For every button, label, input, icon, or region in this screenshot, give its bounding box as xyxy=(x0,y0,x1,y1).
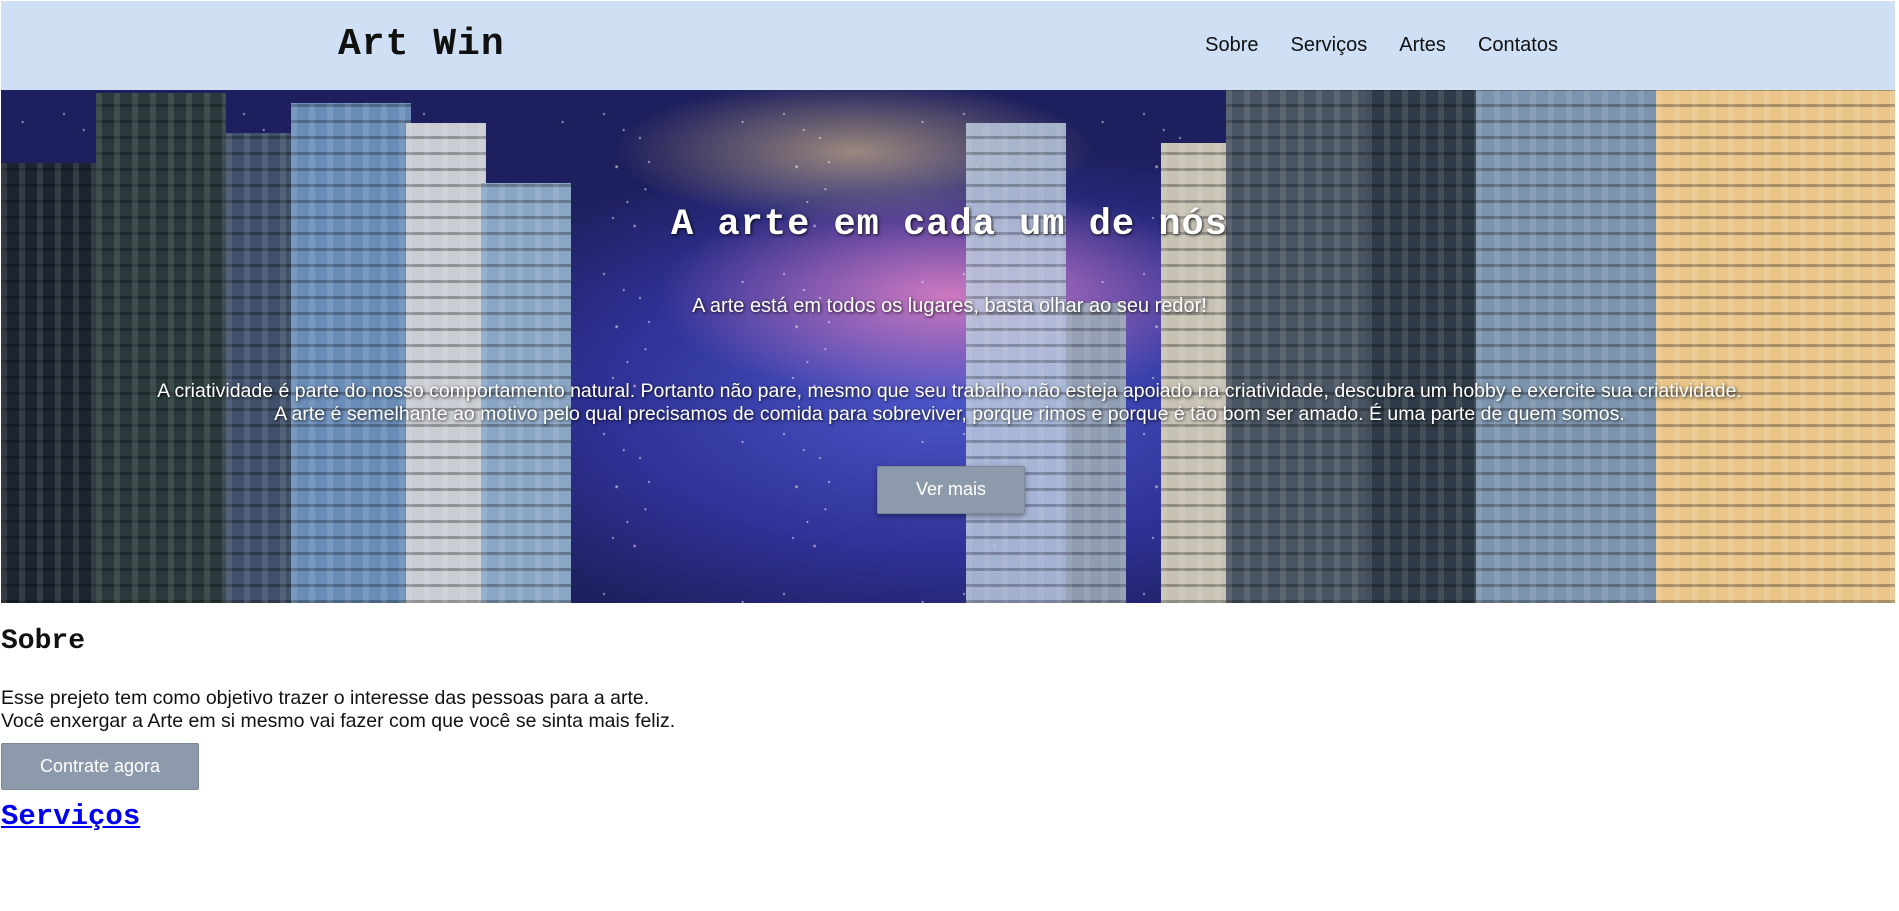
ver-mais-button[interactable]: Ver mais xyxy=(877,466,1025,514)
hero-content: A arte em cada um de nós A arte está em … xyxy=(1,90,1898,603)
page: Art Win Sobre Serviços Artes Contatos A … xyxy=(0,0,1899,911)
page-edge xyxy=(1895,0,1899,911)
hero-body-line: A criatividade é parte do nosso comporta… xyxy=(157,380,1742,402)
hero-title: A arte em cada um de nós xyxy=(671,204,1228,246)
hero-body: A criatividade é parte do nosso comporta… xyxy=(1,380,1898,426)
nav-link-artes[interactable]: Artes xyxy=(1399,34,1446,57)
services-link[interactable]: Serviços xyxy=(1,800,140,833)
about-title: Sobre xyxy=(1,626,86,657)
main-nav: Sobre Serviços Artes Contatos xyxy=(1205,34,1558,57)
hero-banner: A arte em cada um de nós A arte está em … xyxy=(1,90,1898,603)
nav-link-servicos[interactable]: Serviços xyxy=(1291,34,1368,57)
brand-logo[interactable]: Art Win xyxy=(338,23,505,66)
site-header: Art Win Sobre Serviços Artes Contatos xyxy=(1,1,1898,91)
hero-body-line: A arte é semelhante ao motivo pelo qual … xyxy=(274,403,1625,425)
hero-subtitle: A arte está em todos os lugares, basta o… xyxy=(692,295,1207,317)
about-text-line: Você enxergar a Arte em si mesmo vai faz… xyxy=(1,710,676,732)
contrate-agora-button[interactable]: Contrate agora xyxy=(1,743,199,790)
nav-link-sobre[interactable]: Sobre xyxy=(1205,34,1258,57)
nav-link-contatos[interactable]: Contatos xyxy=(1478,34,1558,57)
about-text: Esse prejeto tem como objetivo trazer o … xyxy=(1,687,675,733)
about-text-line: Esse prejeto tem como objetivo trazer o … xyxy=(1,687,650,709)
